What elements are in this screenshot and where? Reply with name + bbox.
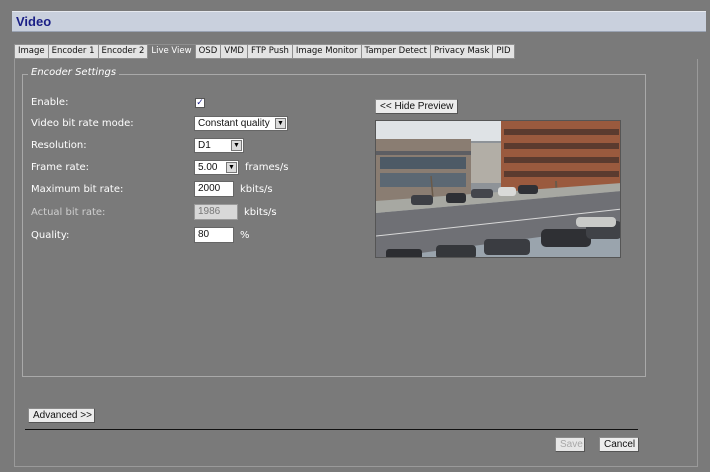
resolution-value: D1: [198, 140, 211, 151]
tab-ftp-push[interactable]: FTP Push: [247, 44, 293, 59]
live-preview-image: [375, 120, 621, 258]
page-title: Video: [16, 14, 52, 29]
quality-unit: %: [240, 230, 250, 241]
tab-tamper-detect[interactable]: Tamper Detect: [361, 44, 431, 59]
quality-label: Quality:: [31, 230, 70, 241]
footer-divider: [25, 429, 638, 430]
save-button[interactable]: Save: [555, 437, 585, 452]
max-bitrate-input[interactable]: 2000: [194, 181, 234, 197]
chevron-down-icon: ▼: [275, 118, 286, 129]
enable-label: Enable:: [31, 97, 69, 108]
tab-image[interactable]: Image: [14, 44, 49, 59]
resolution-label: Resolution:: [31, 140, 87, 151]
bitrate-mode-label: Video bit rate mode:: [31, 118, 134, 129]
max-bitrate-label: Maximum bit rate:: [31, 184, 124, 195]
tab-encoder-1[interactable]: Encoder 1: [48, 44, 99, 59]
tab-bar: Image Encoder 1 Encoder 2 Live View OSD …: [14, 44, 515, 59]
tab-osd[interactable]: OSD: [195, 44, 222, 59]
actual-bitrate-label: Actual bit rate:: [31, 207, 106, 218]
title-bar: Video: [12, 11, 706, 32]
frame-rate-value: 5.00: [198, 162, 218, 173]
frame-rate-label: Frame rate:: [31, 162, 90, 173]
tab-vmd[interactable]: VMD: [221, 44, 248, 59]
tab-encoder-2[interactable]: Encoder 2: [98, 44, 149, 59]
hide-preview-button[interactable]: << Hide Preview: [375, 99, 458, 114]
tab-pid[interactable]: PID: [493, 44, 515, 59]
chevron-down-icon: ▼: [226, 162, 237, 173]
cancel-button[interactable]: Cancel: [599, 437, 639, 452]
frame-rate-select[interactable]: 5.00 ▼: [194, 160, 239, 175]
actual-bitrate-unit: kbits/s: [244, 207, 277, 218]
enable-checkbox[interactable]: ✓: [195, 98, 205, 108]
tab-privacy-mask[interactable]: Privacy Mask: [431, 44, 494, 59]
chevron-down-icon: ▼: [231, 140, 242, 151]
camera-scene-image: [376, 121, 620, 257]
max-bitrate-unit: kbits/s: [240, 184, 273, 195]
advanced-button[interactable]: Advanced >>: [28, 408, 95, 423]
frame-rate-unit: frames/s: [245, 162, 289, 173]
bitrate-mode-select[interactable]: Constant quality ▼: [194, 116, 288, 131]
resolution-select[interactable]: D1 ▼: [194, 138, 244, 153]
tab-live-view[interactable]: Live View: [148, 44, 196, 59]
bitrate-mode-value: Constant quality: [198, 118, 270, 129]
tab-image-monitor[interactable]: Image Monitor: [292, 44, 362, 59]
actual-bitrate-field: 1986: [194, 204, 238, 220]
quality-input[interactable]: 80: [194, 227, 234, 243]
encoder-settings-legend: Encoder Settings: [28, 67, 120, 78]
